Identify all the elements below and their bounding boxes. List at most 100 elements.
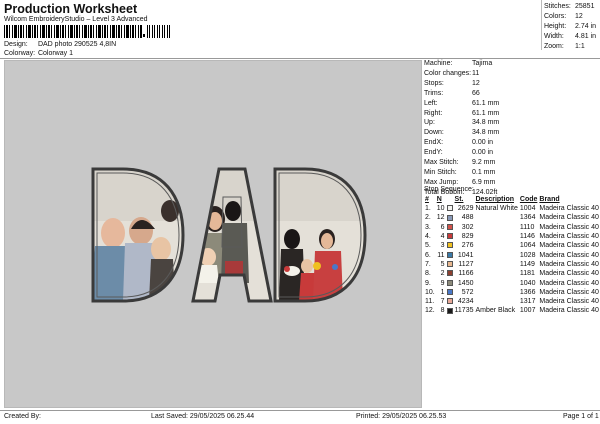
stitch-count: 4234 xyxy=(457,298,474,306)
stop-index: 10. xyxy=(425,288,435,296)
thread-swatch-cell xyxy=(446,232,454,241)
design-label: Design: xyxy=(4,41,28,48)
thread-description xyxy=(474,288,518,297)
thread-brand: Madeira Classic 40 xyxy=(539,307,599,315)
thread-description: Amber Black xyxy=(475,307,516,315)
table-row: 9. 9 1450 1040 Madeira Classic 40 xyxy=(424,278,600,287)
stat-row: Zoom: 1:1 xyxy=(544,42,596,52)
thread-code: 1028 xyxy=(519,251,536,259)
stitch-count: 302 xyxy=(461,223,474,231)
thread-description xyxy=(474,278,518,287)
stop-column-header: # xyxy=(425,196,429,203)
thread-description xyxy=(474,250,518,259)
thread-swatch-cell xyxy=(446,223,454,232)
machine-info-row: Up: 34.8 mm xyxy=(424,118,600,128)
machine-info-value: 34.8 mm xyxy=(472,119,500,127)
thread-description xyxy=(474,260,518,269)
needle-number: 9 xyxy=(440,279,445,287)
machine-info-value: Tajima xyxy=(472,60,493,67)
stat-row: Height: 2.74 in xyxy=(544,22,596,32)
thread-color-swatch xyxy=(446,223,453,230)
dad-embroidery-artwork xyxy=(91,167,367,303)
thread-swatch-cell xyxy=(446,250,454,259)
table-row: 8. 2 1166 1181 Madeira Classic 40 xyxy=(424,269,600,278)
thread-color-swatch xyxy=(446,270,453,277)
needle-number: 11 xyxy=(437,251,445,259)
machine-info-label: Stops: xyxy=(424,79,444,87)
table-row: 5. 3 276 1064 Madeira Classic 40 xyxy=(424,241,600,250)
thread-brand: Madeira Classic 40 xyxy=(539,214,599,222)
thread-color-swatch xyxy=(446,279,453,286)
machine-info-value: 66 xyxy=(472,89,480,97)
thread-brand: Madeira Classic 40 xyxy=(539,223,599,231)
stat-label: Stitches: xyxy=(544,3,571,10)
stop-index: 9. xyxy=(425,279,431,287)
machine-info-value: 11 xyxy=(472,69,480,77)
thread-brand: Madeira Classic 40 xyxy=(539,270,599,278)
worksheet-title: Production Worksheet xyxy=(4,2,138,16)
thread-swatch-cell xyxy=(446,213,454,222)
stat-label: Colors: xyxy=(544,13,567,20)
thread-swatch-cell xyxy=(446,288,454,297)
needle-number: 3 xyxy=(440,242,445,250)
table-row: 11. 7 4234 1317 Madeira Classic 40 xyxy=(424,297,600,306)
table-row: 12. 8 11735 Amber Black 1007 Madeira Classic … xyxy=(424,306,600,315)
machine-info-row: Machine: Tajima xyxy=(424,59,600,69)
thread-code: 1110 xyxy=(519,223,535,231)
thread-description xyxy=(474,232,518,241)
machine-info-row: Max Stitch: 9.2 mm xyxy=(424,158,600,168)
thread-code: 1146 xyxy=(519,233,535,241)
stop-column-header: N xyxy=(436,196,442,203)
needle-number: 7 xyxy=(440,298,445,306)
thread-description: Natural White xyxy=(475,205,518,213)
design-value: DAD photo 290525 4,8IN xyxy=(37,41,117,48)
stop-column-header: Code xyxy=(519,196,538,203)
stat-row: Colors: 12 xyxy=(544,12,596,22)
thread-code: 1064 xyxy=(519,242,536,250)
thread-color-swatch xyxy=(446,288,453,295)
thread-brand: Madeira Classic 40 xyxy=(539,205,599,213)
thread-color-swatch xyxy=(446,307,453,314)
machine-info-row: Down: 34.8 mm xyxy=(424,128,600,138)
stitch-count: 1041 xyxy=(457,251,474,259)
stop-sequence-header: # N St. Description Code Brand xyxy=(424,195,600,204)
machine-info-label: Down: xyxy=(424,129,444,137)
stats-divider xyxy=(541,0,542,50)
machine-info-value: 12 xyxy=(472,79,480,87)
design-barcode-tail xyxy=(147,25,172,38)
needle-number: 2 xyxy=(440,270,445,278)
needle-number: 12 xyxy=(436,214,445,222)
last-saved: Last Saved: 29/05/2025 06.25.44 xyxy=(151,413,255,420)
needle-number: 1 xyxy=(440,288,445,296)
machine-info-label: Machine: xyxy=(424,60,453,67)
machine-info-label: Max Stitch: xyxy=(424,159,459,167)
thread-swatch-cell xyxy=(446,204,454,213)
stop-index: 3. xyxy=(425,223,431,231)
stitch-count: 572 xyxy=(461,288,474,296)
colorway-value: Colorway 1 xyxy=(37,50,73,57)
thread-swatch-cell xyxy=(446,260,454,269)
thread-color-swatch xyxy=(446,214,453,221)
table-row: 2. 12 488 1364 Madeira Classic 40 xyxy=(424,213,600,222)
barcode-separator xyxy=(143,34,145,37)
machine-info-value: 61.1 mm xyxy=(472,109,500,117)
stop-column-header: St. xyxy=(454,196,464,203)
thread-description xyxy=(474,213,518,222)
thread-brand: Madeira Classic 40 xyxy=(539,288,599,296)
stop-column-header: Description xyxy=(475,196,514,203)
machine-info-label: Up: xyxy=(424,119,435,127)
thread-brand: Madeira Classic 40 xyxy=(539,233,599,241)
colorway-row: Colorway: Colorway 1 xyxy=(4,50,73,57)
stat-value: 25851 xyxy=(575,3,595,10)
needle-number: 5 xyxy=(440,260,445,268)
thread-swatch-cell xyxy=(446,241,454,250)
stop-index: 5. xyxy=(425,242,431,250)
design-preview xyxy=(4,60,422,408)
thread-brand: Madeira Classic 40 xyxy=(539,251,599,259)
thread-color-swatch xyxy=(446,251,453,258)
footer-divider xyxy=(0,410,600,411)
page-number: Page 1 of 1 xyxy=(563,413,599,420)
machine-info-row: EndX: 0.00 in xyxy=(424,138,600,148)
machine-info-row: Right: 61.1 mm xyxy=(424,109,600,119)
thread-code: 1040 xyxy=(519,279,536,287)
